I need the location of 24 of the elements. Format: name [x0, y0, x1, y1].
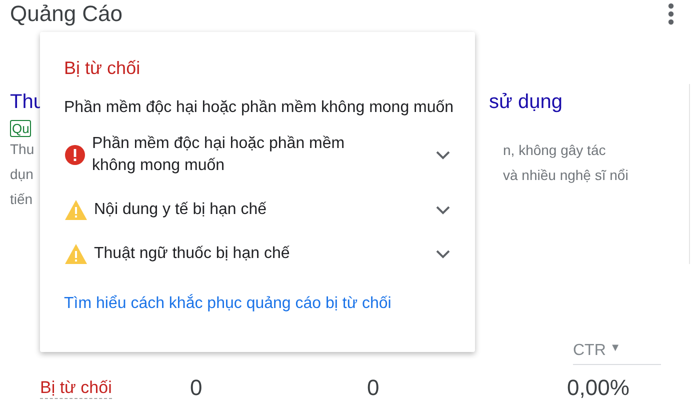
status-label[interactable]: Bị từ chối	[40, 378, 112, 398]
ad-description: n, không gây tác	[502, 141, 607, 160]
ctr-column-header[interactable]: CTR ▼	[573, 342, 661, 365]
ad-description: tiến	[10, 190, 34, 209]
ad-label: Qu	[10, 120, 32, 137]
ad-description: dụn	[10, 165, 34, 184]
popup-summary: Phần mềm độc hại hoặc phần mềm không mong muốn	[64, 98, 455, 118]
page-title: Quảng Cáo	[10, 1, 123, 27]
sort-icon: ▼	[610, 342, 621, 360]
table-cell: 0	[190, 375, 202, 401]
table-cell: 0,00%	[567, 375, 630, 401]
more-options-icon[interactable]	[668, 3, 674, 25]
warning-icon	[64, 243, 88, 265]
policy-issue[interactable]: Nội dung y tế bị hạn chế	[64, 199, 451, 221]
policy-issue[interactable]: Thuật ngữ thuốc bị hạn chế	[64, 243, 451, 265]
ad-description: Thu	[10, 140, 36, 159]
help-link[interactable]: Tìm hiểu cách khắc phục quảng cáo bị từ chối	[64, 295, 392, 313]
popup-title: Bị từ chối	[64, 58, 142, 79]
table-cell: 0	[367, 375, 380, 401]
error-icon	[64, 144, 86, 166]
ad-headline[interactable]: sử dụng	[489, 90, 689, 114]
ad-description: và nhiều nghệ sĩ nổi	[502, 166, 630, 185]
policy-issue[interactable]: Phần mềm độc hại hoặc phần mềm không mong muốn	[64, 133, 451, 177]
warning-icon	[64, 199, 88, 221]
